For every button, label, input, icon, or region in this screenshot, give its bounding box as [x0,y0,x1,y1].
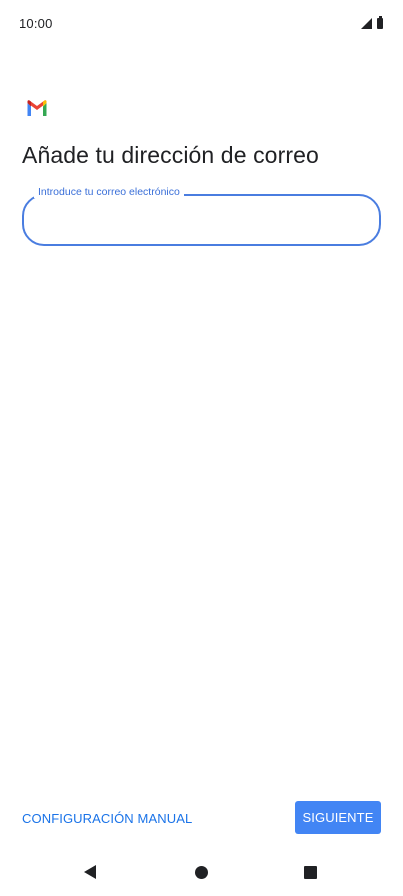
email-field[interactable] [24,196,379,244]
status-icons [361,15,383,29]
page-title: Añade tu dirección de correo [22,142,319,168]
back-icon[interactable] [84,865,96,879]
gmail-logo-icon [27,100,47,116]
screen: 10:00 Añade tu dirección de correo Intro… [0,0,403,896]
battery-icon [377,15,383,29]
email-field-label: Introduce tu correo electrónico [34,186,184,198]
home-icon[interactable] [195,866,208,879]
next-button[interactable]: SIGUIENTE [295,801,381,834]
navigation-bar [0,848,403,896]
recents-icon[interactable] [304,866,317,879]
email-field-container: Introduce tu correo electrónico [22,186,381,246]
manual-setup-button[interactable]: CONFIGURACIÓN MANUAL [22,807,192,830]
signal-icon [361,17,372,29]
status-time: 10:00 [19,15,53,31]
status-bar: 10:00 [0,0,403,46]
